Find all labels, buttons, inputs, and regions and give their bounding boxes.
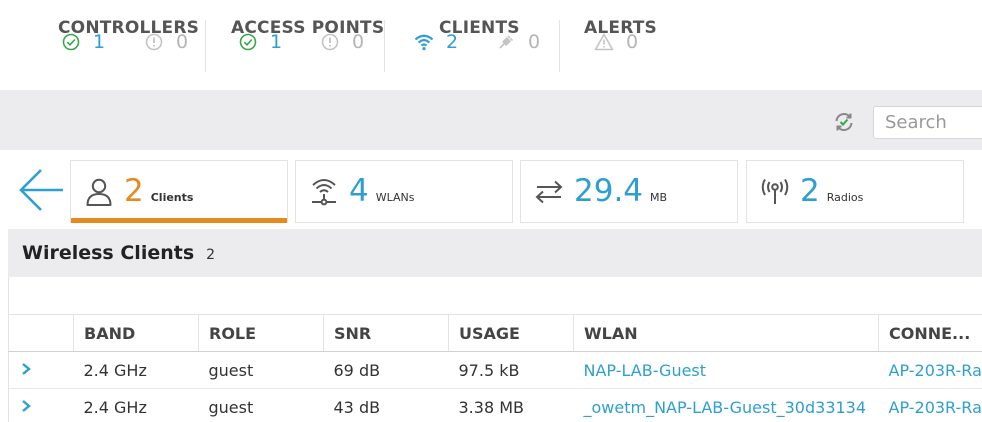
column-header-connected[interactable]: CONNE... [878, 314, 982, 352]
status-summary-bar: CONTROLLERS 1 0 ACCESS POINTS 1 0 CLIENT… [0, 0, 982, 90]
wlan-icon [308, 176, 340, 208]
expand-row-cell[interactable] [8, 388, 74, 422]
table-header-row: BAND ROLE SNR USAGE WLAN CONNE... [8, 314, 982, 352]
back-arrow-icon[interactable] [17, 166, 65, 214]
access-points-ok-stat[interactable]: 1 [238, 31, 282, 53]
user-icon [83, 176, 115, 208]
access-points-warn-stat[interactable]: 0 [320, 31, 364, 53]
role-cell: guest [198, 351, 324, 389]
clients-wireless-count: 2 [446, 31, 459, 53]
snr-cell: 69 dB [323, 351, 449, 389]
expand-row-cell[interactable] [8, 351, 74, 389]
usage-cell: 3.38 MB [448, 388, 574, 422]
radio-antenna-icon [759, 176, 791, 208]
connected-ap-link[interactable]: AP-203R-Ra [878, 351, 982, 389]
access-points-warn-count: 0 [352, 31, 365, 53]
chevron-right-icon[interactable] [21, 398, 31, 417]
wlans-card[interactable]: 4 WLANs [295, 160, 513, 223]
plug-icon [496, 32, 516, 52]
alert-circle-icon [320, 32, 340, 52]
band-cell: 2.4 GHz [73, 351, 199, 389]
controllers-ok-count: 1 [93, 31, 106, 53]
panel-title: Wireless Clients [22, 242, 195, 264]
wlan-link[interactable]: NAP-LAB-Guest [573, 351, 879, 389]
radios-card[interactable]: 2 Radios [746, 160, 964, 223]
table-row[interactable]: 2.4 GHz guest 43 dB 3.38 MB _owetm_NAP-L… [8, 388, 982, 422]
panel-count: 2 [206, 246, 216, 263]
alerts-stat[interactable]: 0 [594, 31, 638, 53]
controllers-ok-stat[interactable]: 1 [61, 31, 105, 53]
role-cell: guest [198, 388, 324, 422]
wireless-clients-table: BAND ROLE SNR USAGE WLAN CONNE... 2.4 GH… [8, 314, 982, 422]
column-header-role[interactable]: ROLE [198, 314, 324, 352]
search-input[interactable] [873, 106, 982, 139]
wifi-icon [414, 32, 434, 52]
clients-wired-stat[interactable]: 0 [496, 31, 540, 53]
active-card-underline [71, 218, 287, 223]
wlans-card-unit: WLANs [375, 191, 415, 204]
check-circle-icon [238, 32, 258, 52]
controllers-warn-count: 0 [176, 31, 189, 53]
column-header-usage[interactable]: USAGE [448, 314, 574, 352]
usage-card[interactable]: 29.4 MB [520, 160, 738, 223]
alerts-count: 0 [626, 31, 639, 53]
column-header-wlan[interactable]: WLAN [573, 314, 879, 352]
usage-cell: 97.5 kB [448, 351, 574, 389]
clients-card-unit: Clients [150, 191, 194, 204]
clients-wireless-stat[interactable]: 2 [414, 31, 458, 53]
access-points-ok-count: 1 [270, 31, 283, 53]
divider [559, 20, 560, 72]
radios-card-value: 2 [800, 173, 820, 209]
transfer-icon [533, 176, 565, 208]
warning-triangle-icon [594, 32, 614, 52]
refresh-icon[interactable] [832, 110, 856, 134]
wireless-clients-header: Wireless Clients 2 [8, 229, 982, 277]
usage-card-value: 29.4 [574, 173, 644, 209]
divider [205, 20, 206, 72]
toolbar [0, 90, 982, 150]
wlans-card-value: 4 [349, 173, 369, 209]
column-header-expand [8, 314, 74, 352]
clients-wired-count: 0 [528, 31, 541, 53]
column-header-snr[interactable]: SNR [323, 314, 449, 352]
divider [384, 20, 385, 72]
clients-card-value: 2 [124, 173, 144, 209]
snr-cell: 43 dB [323, 388, 449, 422]
connected-ap-link[interactable]: AP-203R-Ra [878, 388, 982, 422]
table-row[interactable]: 2.4 GHz guest 69 dB 97.5 kB NAP-LAB-Gues… [8, 351, 982, 389]
alert-circle-icon [144, 32, 164, 52]
radios-card-unit: Radios [826, 191, 864, 204]
usage-card-unit: MB [650, 191, 668, 204]
check-circle-icon [61, 32, 81, 52]
wlan-link[interactable]: _owetm_NAP-LAB-Guest_30d33134 [573, 388, 879, 422]
clients-card[interactable]: 2 Clients [70, 160, 288, 223]
column-header-band[interactable]: BAND [73, 314, 199, 352]
panel-spacer [8, 277, 982, 315]
controllers-warn-stat[interactable]: 0 [144, 31, 188, 53]
chevron-right-icon[interactable] [21, 361, 31, 380]
band-cell: 2.4 GHz [73, 388, 199, 422]
